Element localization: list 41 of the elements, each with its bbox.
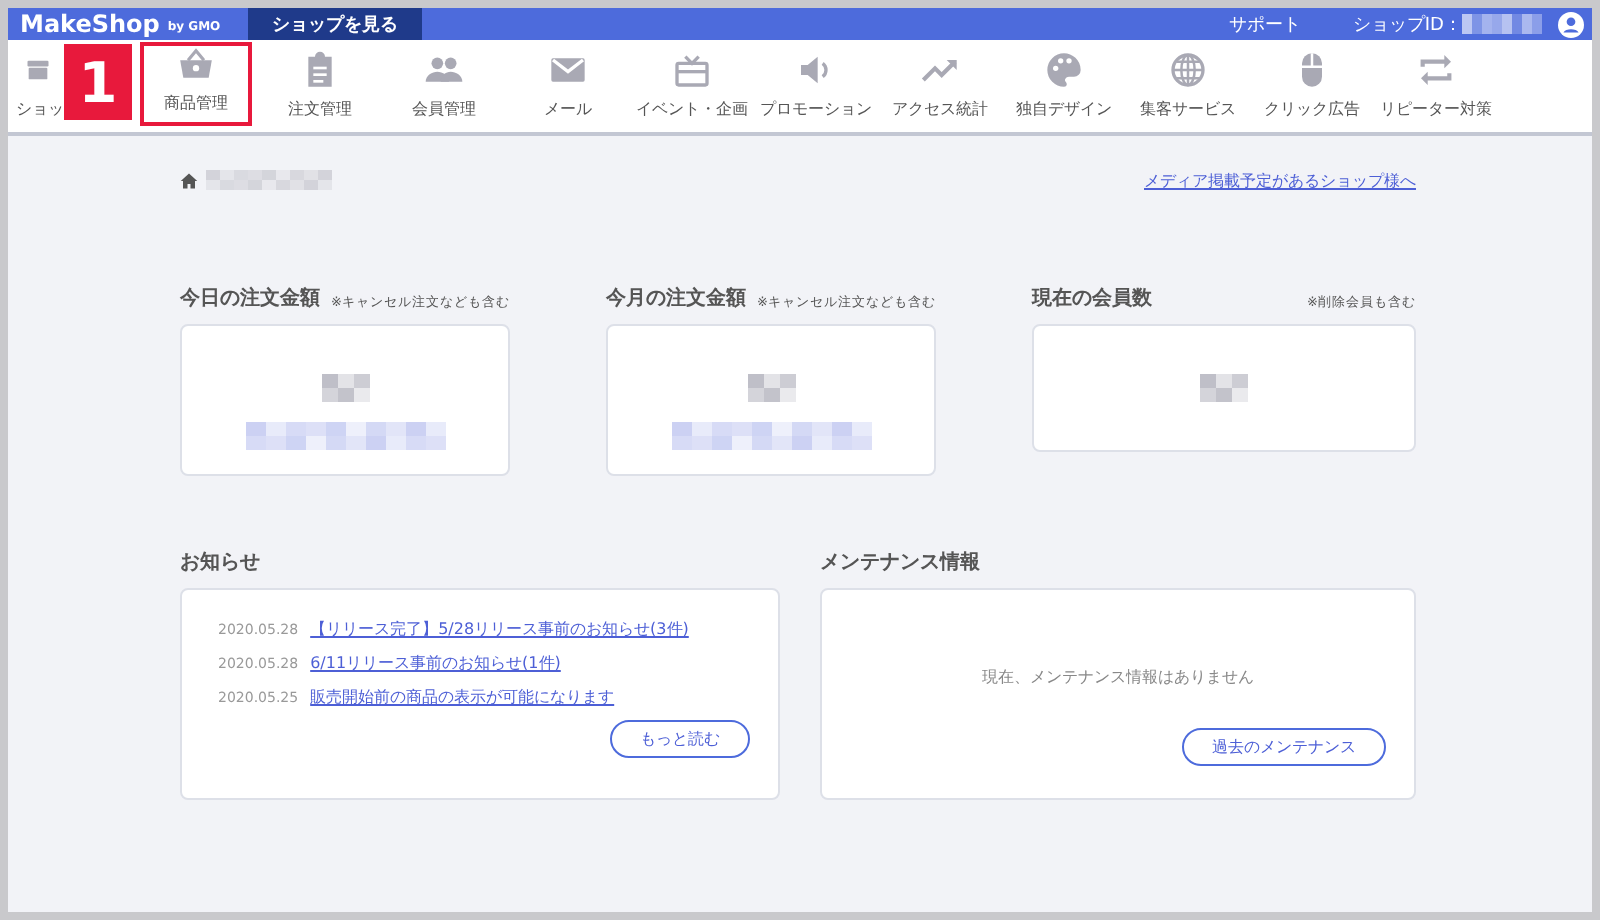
stat-title: 今月の注文金額 bbox=[606, 284, 746, 312]
blurred-value bbox=[1200, 374, 1248, 402]
nav-item[interactable]: 独自デザイン bbox=[1008, 40, 1120, 132]
news-link[interactable]: 販売開始前の商品の表示が可能になります bbox=[310, 686, 615, 708]
news-link[interactable]: 【リリース完了】5/28リリース事前のお知らせ(3件) bbox=[310, 618, 689, 640]
blurred-value bbox=[321, 374, 369, 402]
nav-item[interactable]: ショッ bbox=[12, 40, 64, 132]
stat-title: 今日の注文金額 bbox=[180, 284, 320, 312]
nav-item[interactable]: プロモーション bbox=[760, 40, 872, 132]
nav-item[interactable]: 集客サービス bbox=[1132, 40, 1244, 132]
palette-icon bbox=[1044, 50, 1084, 90]
globe-icon bbox=[1168, 50, 1208, 90]
nav-item[interactable]: アクセス統計 bbox=[884, 40, 996, 132]
support-link[interactable]: サポート bbox=[1228, 11, 1301, 37]
section-title: メンテナンス情報 bbox=[820, 549, 980, 576]
logo[interactable]: MakeShop bbox=[8, 10, 168, 38]
shop-id-label: ショップID： bbox=[1352, 12, 1462, 37]
nav-item[interactable]: 会員管理 bbox=[388, 40, 500, 132]
nav-item[interactable]: クリック広告 bbox=[1256, 40, 1368, 132]
news-link[interactable]: 6/11リリース事前のお知らせ(1件) bbox=[310, 652, 561, 674]
nav-item[interactable]: 注文管理 bbox=[264, 40, 376, 132]
stat-title: 現在の会員数 bbox=[1032, 285, 1152, 312]
media-link[interactable]: メディア掲載予定があるショップ様へ bbox=[1144, 169, 1416, 191]
section-title: お知らせ bbox=[180, 549, 260, 576]
account-icon[interactable] bbox=[1558, 11, 1584, 37]
blurred-breadcrumb bbox=[206, 170, 332, 190]
blurred-shop-id bbox=[1462, 14, 1542, 34]
nav-item[interactable]: イベント・企画 bbox=[636, 40, 748, 132]
repeat-icon bbox=[1416, 50, 1456, 90]
blurred-value bbox=[747, 374, 795, 402]
nav-item[interactable]: リピーター対策 bbox=[1380, 40, 1492, 132]
view-shop-button[interactable]: ショップを見る bbox=[248, 8, 423, 40]
nav-item[interactable]: 商品管理 bbox=[140, 42, 252, 126]
maintenance-message: 現在、メンテナンス情報はありません bbox=[982, 666, 1254, 688]
nav-item[interactable]: メール bbox=[512, 40, 624, 132]
basket-icon bbox=[176, 46, 216, 84]
read-more-button[interactable]: もっと読む bbox=[610, 720, 750, 758]
past-maintenance-button[interactable]: 過去のメンテナンス bbox=[1182, 728, 1386, 766]
gift-icon bbox=[672, 50, 712, 90]
annotation-badge: 1 bbox=[64, 44, 132, 120]
home-icon[interactable] bbox=[180, 171, 198, 189]
